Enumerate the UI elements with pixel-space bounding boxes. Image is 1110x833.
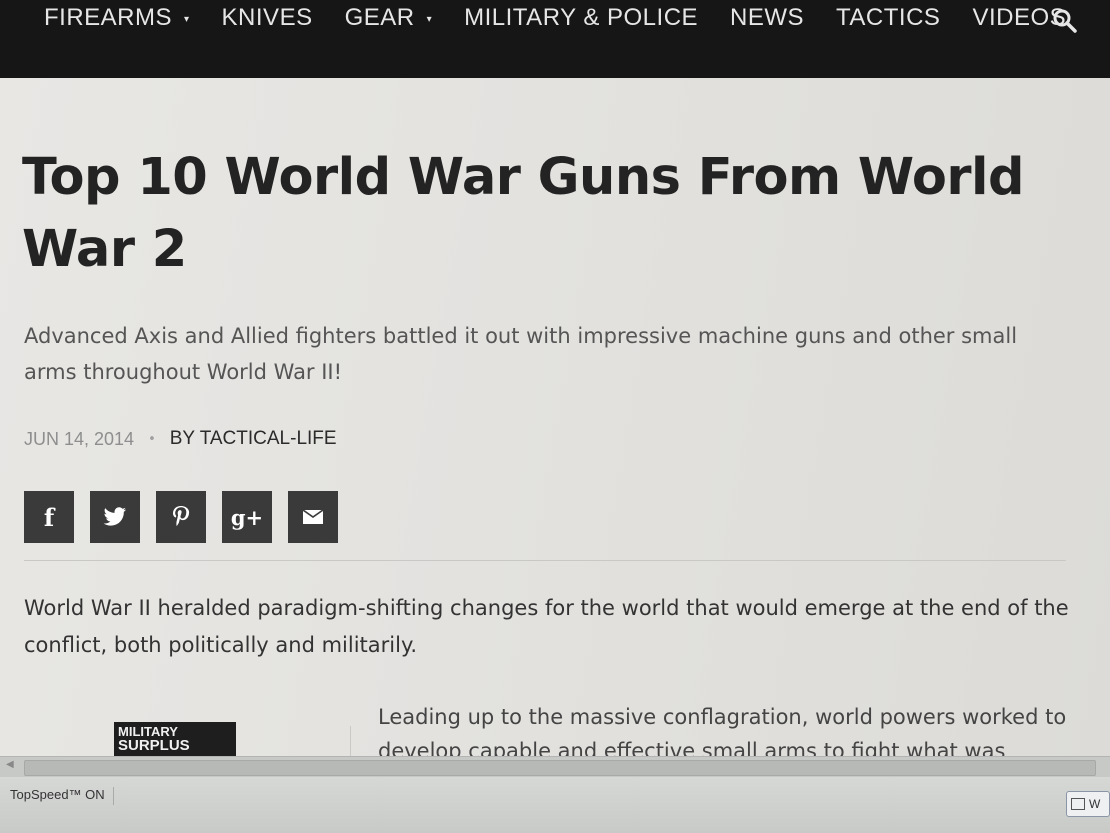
topspeed-status: TopSpeed™ ON bbox=[10, 787, 114, 805]
nav-item-label: TACTICS bbox=[836, 4, 941, 31]
ad-text: SURPLUS bbox=[118, 737, 190, 754]
share-buttons: f g+ bbox=[24, 491, 354, 543]
author-byline[interactable]: BY TACTICAL-LIFE bbox=[170, 428, 337, 450]
google-plus-share-button[interactable]: g+ bbox=[222, 491, 272, 543]
email-share-button[interactable] bbox=[288, 491, 338, 543]
article-meta: JUN 14, 2014 • BY TACTICAL-LIFE bbox=[24, 428, 337, 450]
nav-item-label: GEAR bbox=[344, 4, 415, 31]
nav-item-news[interactable]: NEWS bbox=[730, 4, 804, 32]
nav-item-label: MILITARY & POLICE bbox=[464, 4, 699, 31]
window-icon bbox=[1071, 798, 1085, 810]
nav-item-military-police[interactable]: MILITARY & POLICE bbox=[464, 4, 698, 32]
publish-date: JUN 14, 2014 bbox=[24, 428, 135, 449]
facebook-icon: f bbox=[43, 502, 55, 532]
pinterest-icon bbox=[173, 506, 190, 526]
search-icon[interactable] bbox=[1052, 8, 1078, 34]
article-subtitle: Advanced Axis and Allied fighters battle… bbox=[24, 324, 1018, 384]
nav-item-tactics[interactable]: TACTICS bbox=[836, 4, 940, 32]
chevron-down-icon: ▾ bbox=[426, 13, 433, 25]
nav-item-label: KNIVES bbox=[221, 4, 313, 31]
nav-item-label: NEWS bbox=[730, 4, 805, 31]
horizontal-scrollbar[interactable]: ◀ bbox=[0, 756, 1110, 777]
taskbar-window-label: W bbox=[1089, 797, 1101, 811]
divider bbox=[350, 726, 351, 756]
article-paragraph: Leading up to the massive conflagration,… bbox=[378, 705, 1067, 756]
status-bar: TopSpeed™ ON W bbox=[0, 777, 1110, 833]
nav-item-knives[interactable]: KNIVES bbox=[222, 4, 313, 32]
chevron-down-icon: ▾ bbox=[184, 13, 190, 25]
article-title: Top 10 World War Guns From World War 2 bbox=[22, 148, 1025, 279]
nav-item-label: FIREARMS bbox=[44, 4, 173, 31]
scroll-left-arrow-icon[interactable]: ◀ bbox=[6, 759, 14, 770]
meta-separator: • bbox=[148, 431, 156, 447]
scrollbar-thumb[interactable] bbox=[24, 760, 1096, 776]
top-navigation-bar: FIREARMS ▾ KNIVES GEAR ▾ MILITARY & POLI… bbox=[0, 0, 1110, 78]
article-paragraph: World War II heralded paradigm-shifting … bbox=[24, 596, 1069, 657]
article-content: Top 10 World War Guns From World War 2 A… bbox=[0, 78, 1110, 756]
nav-menu: FIREARMS ▾ KNIVES GEAR ▾ MILITARY & POLI… bbox=[44, 0, 1098, 36]
taskbar-window-button[interactable]: W bbox=[1066, 791, 1110, 817]
twitter-icon bbox=[103, 507, 126, 526]
nav-item-firearms[interactable]: FIREARMS ▾ bbox=[44, 4, 190, 32]
twitter-share-button[interactable] bbox=[90, 491, 140, 543]
facebook-share-button[interactable]: f bbox=[24, 491, 74, 543]
divider bbox=[24, 560, 1066, 561]
google-plus-icon: g+ bbox=[230, 504, 264, 530]
email-icon bbox=[303, 510, 323, 524]
pinterest-share-button[interactable] bbox=[156, 491, 206, 543]
nav-item-gear[interactable]: GEAR ▾ bbox=[345, 4, 433, 32]
military-surplus-ad-logo[interactable]: MILITARY SURPLUS bbox=[114, 722, 236, 756]
